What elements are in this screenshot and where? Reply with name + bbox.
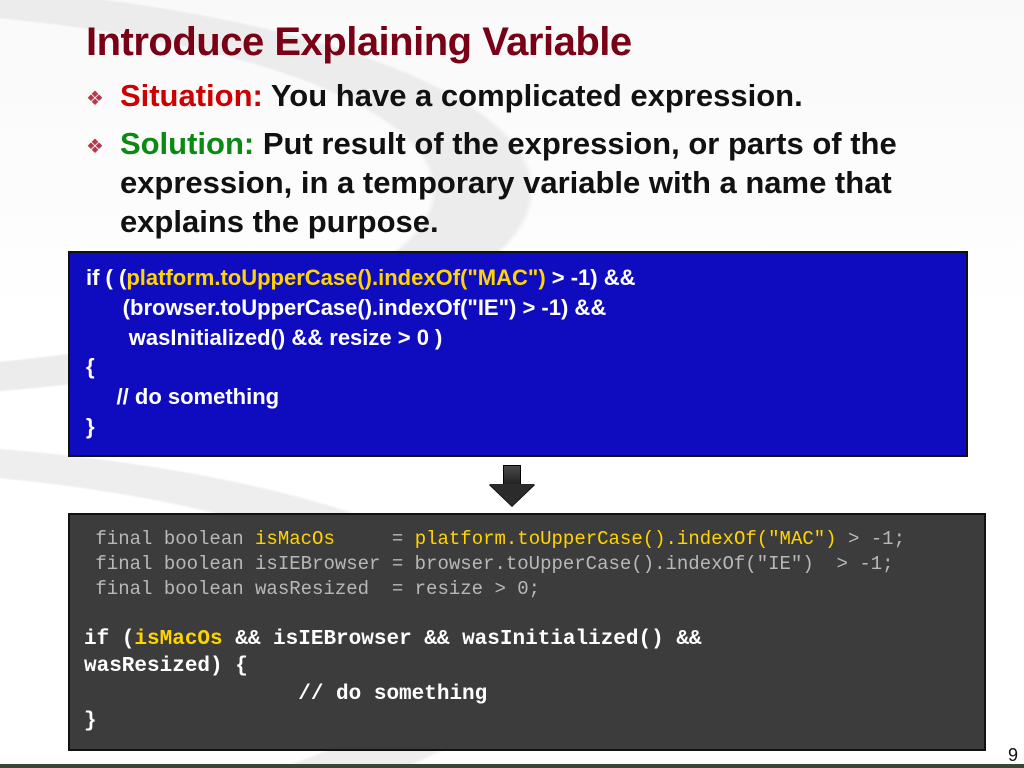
code-line: if ( (: [86, 265, 126, 290]
code-line: {: [86, 354, 95, 379]
code-line: && isIEBrowser && wasInitialized() &&: [223, 628, 714, 651]
bullet-solution: ❖ Solution: Put result of the expression…: [86, 125, 976, 241]
page-number: 9: [1008, 745, 1018, 766]
code-highlight: platform.toUpperCase().indexOf("MAC"): [415, 528, 837, 550]
footer-bar: [0, 764, 1024, 768]
diamond-bullet-icon: ❖: [86, 125, 104, 241]
code-line: =: [335, 528, 415, 550]
situation-label: Situation:: [120, 78, 263, 113]
arrow-down-icon: [28, 465, 996, 507]
situation-text: You have a complicated expression.: [263, 78, 803, 113]
solution-label: Solution:: [120, 126, 254, 161]
code-after-box: final boolean isMacOs = platform.toUpper…: [68, 513, 986, 751]
code-line: final boolean isIEBrowser = browser.toUp…: [84, 553, 894, 575]
bullet-situation: ❖ Situation: You have a complicated expr…: [86, 77, 976, 119]
code-line: if (: [84, 628, 134, 651]
code-line: }: [86, 414, 95, 439]
code-line: > -1;: [837, 528, 905, 550]
code-line: }: [84, 710, 97, 733]
diamond-bullet-icon: ❖: [86, 77, 104, 119]
code-line: final boolean: [84, 528, 255, 550]
code-line: // do something: [86, 384, 279, 409]
code-line: (browser.toUpperCase().indexOf("IE") > -…: [86, 295, 606, 320]
slide: Introduce Explaining Variable ❖ Situatio…: [0, 0, 1024, 768]
code-line: wasResized) {: [84, 655, 248, 678]
code-line: final boolean wasResized = resize > 0;: [84, 578, 540, 600]
code-line: // do something: [84, 683, 487, 706]
code-highlight: isMacOs: [255, 528, 335, 550]
bullet-list: ❖ Situation: You have a complicated expr…: [86, 77, 976, 241]
code-line: > -1) &&: [546, 265, 636, 290]
code-line: wasInitialized() && resize > 0 ): [86, 325, 442, 350]
code-highlight: isMacOs: [134, 628, 222, 651]
page-title: Introduce Explaining Variable: [86, 20, 996, 65]
code-before-box: if ( (platform.toUpperCase().indexOf("MA…: [68, 251, 968, 457]
code-highlight: platform.toUpperCase().indexOf("MAC"): [126, 265, 545, 290]
bullet-text: Situation: You have a complicated expres…: [120, 77, 803, 119]
bullet-text: Solution: Put result of the expression, …: [120, 125, 976, 241]
